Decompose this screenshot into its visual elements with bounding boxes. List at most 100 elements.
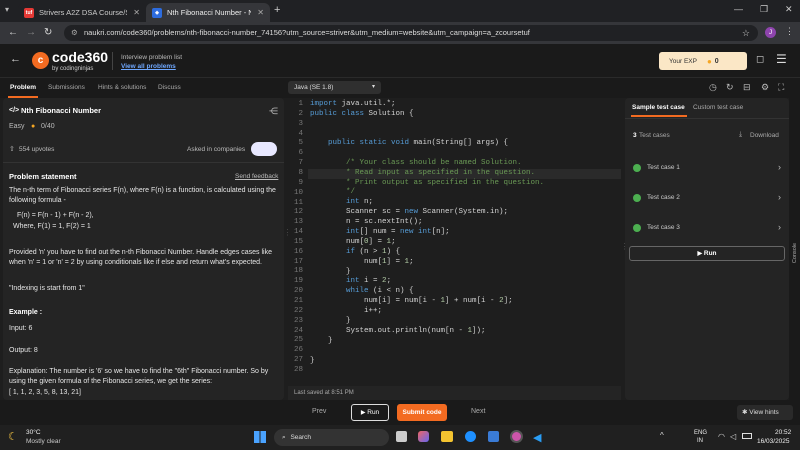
url-input[interactable]: ⚙ naukri.com/code360/problems/nth-fibona… bbox=[64, 25, 758, 41]
chrome-icon[interactable] bbox=[510, 430, 523, 443]
search-label: Search bbox=[290, 434, 312, 441]
line-number: 16 bbox=[293, 247, 303, 256]
exp-badge[interactable]: Your EXP ● 0 bbox=[659, 52, 747, 70]
send-feedback-link[interactable]: Send feedback bbox=[235, 172, 278, 182]
weather-temp: 30°C bbox=[26, 429, 41, 436]
statement-divider bbox=[3, 162, 284, 163]
profile-avatar[interactable]: J bbox=[765, 27, 776, 38]
browser-menu-icon[interactable]: ⋮ bbox=[785, 26, 794, 37]
logo-text: code360 bbox=[52, 49, 109, 65]
timer-icon[interactable]: ◷ bbox=[709, 82, 717, 93]
submit-code-button[interactable]: Submit code bbox=[397, 404, 447, 421]
play-icon: ▶ bbox=[360, 410, 366, 416]
tab-hints-solutions[interactable]: Hints & solutions bbox=[98, 84, 146, 91]
test-count: 3 bbox=[633, 132, 637, 139]
naukri-favicon-icon: ◈ bbox=[152, 7, 162, 18]
code-line: num[1] = 1; bbox=[310, 258, 414, 266]
fullscreen-icon[interactable]: ⛶ bbox=[778, 82, 784, 93]
chevron-right-icon: › bbox=[778, 192, 781, 202]
difficulty-label: Easy bbox=[9, 123, 25, 130]
download-icon[interactable]: ⤓ bbox=[739, 131, 742, 139]
test-case-row[interactable]: Test case 3 › bbox=[633, 222, 781, 236]
upvote-icon[interactable]: ⇧ bbox=[9, 145, 15, 155]
vscode-icon[interactable]: ◀ bbox=[533, 431, 541, 444]
input-language[interactable]: ENG bbox=[694, 430, 707, 436]
battery-icon[interactable] bbox=[742, 433, 752, 439]
reload-icon[interactable]: ↻ bbox=[44, 27, 52, 38]
test-case-label: Test case 3 bbox=[647, 224, 680, 231]
tab-problem[interactable]: Problem bbox=[10, 84, 36, 91]
company-logos-icon[interactable] bbox=[251, 142, 277, 156]
console-side-tab[interactable]: Console bbox=[789, 98, 800, 400]
back-icon[interactable]: ← bbox=[8, 27, 18, 38]
close-tab-icon[interactable]: ✕ bbox=[257, 8, 264, 17]
close-tab-icon[interactable]: ✕ bbox=[133, 8, 140, 17]
prev-button[interactable]: Prev bbox=[312, 408, 326, 415]
browser-tab-strip: ▾ tuf Strivers A2Z DSA Course/Sheet ✕ ◈ … bbox=[0, 0, 800, 22]
line-number: 10 bbox=[293, 188, 303, 197]
new-tab-icon[interactable]: + bbox=[274, 4, 280, 16]
line-number: 7 bbox=[298, 159, 303, 168]
header-divider bbox=[112, 52, 113, 70]
code-line: * Read input as specified in the questio… bbox=[310, 169, 536, 177]
line-number: 2 bbox=[298, 109, 303, 118]
chevron-right-icon: › bbox=[778, 222, 781, 232]
score-value: 0/40 bbox=[41, 123, 55, 130]
run-button[interactable]: ▶ Run bbox=[351, 404, 389, 421]
tab-custom-test-case[interactable]: Custom test case bbox=[693, 104, 743, 111]
tab-sample-test-case[interactable]: Sample test case bbox=[632, 104, 685, 111]
test-case-row[interactable]: Test case 1 › bbox=[633, 162, 781, 176]
browser-tab-fibonacci[interactable]: ◈ Nth Fibonacci Number - Naukri ✕ bbox=[146, 3, 270, 22]
refresh-code-icon[interactable]: ↻ bbox=[726, 82, 734, 93]
settings-icon[interactable]: ⚙ bbox=[761, 82, 769, 93]
browser-tab-strivers[interactable]: tuf Strivers A2Z DSA Course/Sheet ✕ bbox=[18, 3, 146, 22]
passed-check-icon bbox=[633, 194, 641, 202]
bookmark-star-icon[interactable]: ☆ bbox=[742, 25, 750, 41]
volume-icon[interactable]: ◁ bbox=[730, 432, 736, 441]
taskbar-search[interactable]: ⌕ Search bbox=[274, 429, 389, 446]
download-button[interactable]: Download bbox=[750, 132, 779, 139]
wifi-icon[interactable]: ◠ bbox=[718, 432, 725, 441]
tray-chevron-up-icon[interactable]: ^ bbox=[660, 431, 664, 440]
clock-date: 16/03/2025 bbox=[757, 438, 790, 445]
weather-moon-icon[interactable]: ☾ bbox=[8, 430, 18, 443]
task-view-icon[interactable] bbox=[396, 431, 407, 442]
code360-logo-icon[interactable]: c bbox=[32, 52, 49, 69]
test-case-row[interactable]: Test case 2 › bbox=[633, 192, 781, 206]
view-all-problems-link[interactable]: View all problems bbox=[121, 63, 176, 70]
code-editor[interactable]: 1 2 3 4 5 6 7 8 9 10 11 12 13 14 15 16 17 18 19 20 21 22 23 24 2… bbox=[288, 98, 621, 386]
chevron-down-icon: ▾ bbox=[371, 84, 375, 90]
statement-paragraph-1: The n-th term of Fibonacci series F(n), … bbox=[9, 187, 276, 204]
tab-discuss[interactable]: Discuss bbox=[158, 84, 181, 91]
problem-toolbar: Problem Submissions Hints & solutions Di… bbox=[0, 78, 800, 98]
file-explorer-icon[interactable] bbox=[441, 431, 453, 442]
address-bar-row: ← → ↻ ⚙ naukri.com/code360/problems/nth-… bbox=[0, 22, 800, 44]
store-icon[interactable] bbox=[488, 431, 499, 442]
next-button[interactable]: Next bbox=[471, 408, 485, 415]
edge-icon[interactable] bbox=[465, 431, 476, 442]
language-select[interactable]: Java (SE 1.8) ▾ bbox=[288, 81, 381, 94]
minimize-icon[interactable]: — bbox=[734, 4, 743, 14]
code-line: /* Your class should be named Solution. bbox=[310, 159, 522, 167]
notification-icon[interactable]: ◻ bbox=[756, 54, 764, 65]
windows-start-icon[interactable] bbox=[254, 431, 266, 443]
close-window-icon[interactable]: ✕ bbox=[785, 4, 793, 15]
back-arrow-icon[interactable]: ← bbox=[10, 53, 21, 65]
share-icon[interactable]: ⋲ bbox=[269, 106, 278, 116]
code-line: } bbox=[310, 268, 351, 276]
site-info-icon[interactable]: ⚙ bbox=[71, 25, 78, 41]
format-icon[interactable]: ⊟ bbox=[743, 82, 751, 93]
statement-paragraph-2: Provided 'n' you have to find out the n-… bbox=[9, 249, 272, 266]
tab-search-icon[interactable]: ▾ bbox=[5, 5, 9, 14]
line-number: 27 bbox=[293, 356, 303, 365]
view-hints-button[interactable]: ✱ View hints bbox=[737, 405, 793, 420]
clock-time[interactable]: 20:52 bbox=[775, 429, 791, 436]
copilot-icon[interactable] bbox=[418, 431, 429, 442]
tab-submissions[interactable]: Submissions bbox=[48, 84, 85, 91]
forward-icon[interactable]: → bbox=[26, 27, 36, 38]
upvote-count: 554 upvotes bbox=[19, 146, 55, 153]
maximize-icon[interactable]: ❐ bbox=[760, 4, 768, 15]
panel-run-button[interactable]: ▶ Run bbox=[629, 246, 785, 261]
tab-sample-underline bbox=[631, 115, 687, 117]
hamburger-menu-icon[interactable]: ☰ bbox=[776, 52, 787, 66]
